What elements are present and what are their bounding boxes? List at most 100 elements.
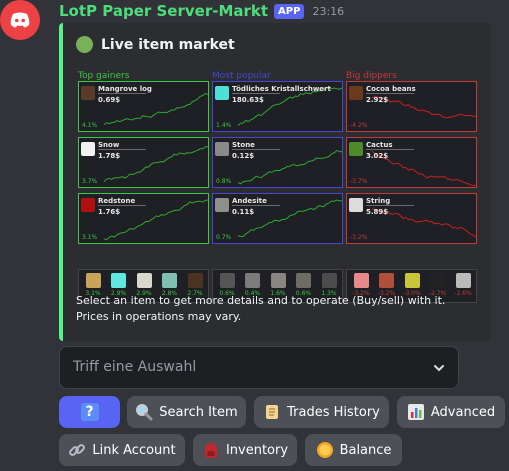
app-badge: APP (274, 3, 305, 19)
item-name: Mangrove log (98, 85, 152, 93)
item-change: 0.7% (216, 234, 232, 241)
mangrove-log-icon (81, 86, 95, 100)
iron-bars-icon (455, 273, 471, 288)
porkchop-icon (353, 273, 369, 288)
mini-item-change: -2.6% (454, 290, 472, 297)
stick-icon (85, 273, 101, 288)
link-icon (69, 444, 86, 456)
market-item-tile: Snow 1.78$ 3.7% (78, 137, 209, 188)
balance-button[interactable]: Balance (305, 434, 402, 466)
item-name: Cocoa beans (366, 85, 416, 93)
item-price: 2.92$ (366, 96, 389, 104)
chevron-down-icon (434, 365, 444, 372)
coal-icon (430, 273, 445, 288)
stone-icon (215, 142, 229, 156)
divider (232, 149, 280, 150)
item-name: Stone (232, 141, 255, 149)
bot-avatar[interactable] (0, 0, 40, 40)
message-header: LotP Paper Server-Markt APP 23:16 (59, 1, 344, 21)
item-name: Snow (98, 141, 120, 149)
market-item-tile: Cocoa beans 2.92$ -4.2% (346, 81, 477, 132)
search-item-button[interactable]: Search Item (127, 396, 246, 428)
message-timestamp[interactable]: 23:16 (312, 5, 344, 18)
green-circle-icon (76, 36, 93, 53)
divider (98, 149, 146, 150)
column-heading: Most popular (212, 71, 271, 81)
item-select-dropdown[interactable]: Triff eine Auswahl (59, 346, 459, 389)
item-change: -3.2% (350, 234, 368, 241)
item-price: 1.78$ (98, 152, 121, 160)
divider (366, 93, 414, 94)
gravel-icon (270, 273, 286, 288)
market-item-tile: Andesite 0.11$ 0.7% (212, 193, 343, 244)
description-line-2: Prices in operations may vary. (76, 310, 242, 323)
link-account-label: Link Account (92, 442, 176, 458)
item-price: 1.76$ (98, 208, 121, 216)
discord-logo-icon (10, 12, 30, 28)
cocoa-beans-icon (349, 86, 363, 100)
inventory-button[interactable]: Inventory (193, 434, 297, 466)
market-item-tile: Mangrove log 0.69$ 4.1% (78, 81, 209, 132)
item-change: 1.4% (216, 122, 232, 129)
link-account-button[interactable]: Link Account (59, 434, 185, 466)
bar-chart-icon (407, 404, 424, 420)
item-price: 5.89$ (366, 208, 389, 216)
market-item-tile: Redstone 1.76$ 3.1% (78, 193, 209, 244)
cactus-icon (349, 142, 363, 156)
item-change: 3.1% (82, 234, 98, 241)
embed-description: Select an item to get more details and t… (76, 293, 445, 325)
scroll-icon (266, 405, 279, 419)
string-icon (349, 198, 363, 212)
search-item-label: Search Item (159, 404, 238, 420)
item-price: 180.63$ (232, 96, 264, 104)
backpack-icon (204, 442, 217, 458)
advanced-button[interactable]: Advanced (397, 396, 505, 428)
bricks-icon (379, 273, 394, 288)
balance-label: Balance (339, 442, 392, 458)
item-name: Andesite (232, 197, 267, 205)
tuff-icon (296, 273, 311, 288)
description-line-1: Select an item to get more details and t… (76, 294, 446, 307)
item-change: -3.7% (350, 178, 368, 185)
column-heading: Big dippers (346, 71, 397, 81)
cobbled-deepslate-icon (321, 273, 337, 288)
bot-name[interactable]: LotP Paper Server-Markt (59, 2, 268, 20)
item-change: -4.2% (350, 122, 368, 129)
trades-history-button[interactable]: Trades History (254, 396, 389, 428)
item-price: 0.69$ (98, 96, 121, 104)
market-item-tile: Stone 0.12$ 0.8% (212, 137, 343, 188)
mini-item: -2.6% (451, 273, 475, 297)
market-overview-image[interactable]: Top gainers Mangrove log 0.69$ 4.1% Snow 1.78… (76, 69, 477, 305)
dark-oak-log-icon (187, 273, 203, 288)
coin-icon (316, 442, 333, 458)
market-item-tile: String 5.89$ -3.2% (346, 193, 477, 244)
bone-icon (136, 273, 152, 288)
item-name: Tödliches Kristallschwert (232, 85, 331, 93)
item-name: Cactus (366, 141, 393, 149)
embed-title: Live item market (76, 36, 235, 53)
advanced-label: Advanced (430, 404, 496, 420)
diamond-icon (111, 273, 126, 288)
market-embed: Live item market Top gainers Mangrove log… (59, 23, 491, 341)
question-icon: ? (80, 403, 99, 421)
redstone-icon (81, 198, 95, 212)
embed-title-text: Live item market (101, 36, 235, 53)
divider (366, 149, 414, 150)
item-name: String (366, 197, 391, 205)
snow-icon (81, 142, 95, 156)
magnifier-icon (136, 404, 153, 421)
market-item-tile: Cactus 3.02$ -3.7% (346, 137, 477, 188)
item-price: 0.12$ (232, 152, 255, 160)
cobblestone-icon (245, 273, 260, 288)
item-name: Redstone (98, 197, 136, 205)
divider (232, 205, 280, 206)
help-button[interactable]: ? (59, 396, 120, 428)
item-change: 4.1% (82, 122, 98, 129)
inventory-label: Inventory (225, 442, 289, 458)
select-placeholder: Triff eine Auswahl (73, 359, 197, 375)
column-heading: Top gainers (78, 71, 130, 81)
market-item-tile: Tödliches Kristallschwert 180.63$ 1.4% (212, 81, 343, 132)
item-price: 3.02$ (366, 152, 389, 160)
diamond-sword-icon (215, 86, 229, 100)
sponge-icon (404, 273, 420, 288)
